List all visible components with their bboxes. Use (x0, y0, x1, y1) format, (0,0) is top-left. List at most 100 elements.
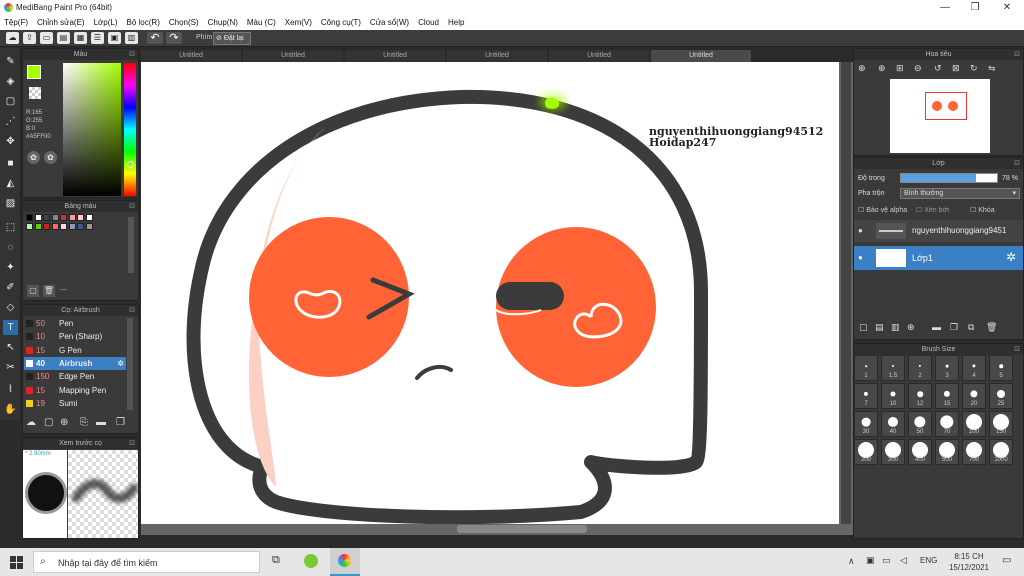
brush-item[interactable]: 50 Pen (24, 317, 126, 330)
move-tool-icon[interactable]: ✥ (3, 134, 18, 149)
menu-cloud[interactable]: Cloud (418, 18, 439, 27)
brush-size-option[interactable]: 500 (935, 439, 959, 465)
rotate-left-icon[interactable]: ↺ (934, 63, 942, 74)
color-picker-icon[interactable]: ✿ (44, 151, 57, 164)
chevron-up-icon[interactable]: ∧ (848, 556, 855, 567)
brush-size-option[interactable]: 1 (854, 355, 878, 381)
brush-size-option[interactable]: 50 (908, 411, 932, 437)
tile-icon[interactable]: ▥ (125, 32, 138, 44)
windows-start-icon[interactable] (10, 556, 23, 569)
foreground-color-swatch[interactable] (27, 65, 41, 79)
duplicate-brush-icon[interactable]: ❐ (116, 417, 125, 428)
list-icon[interactable]: ☰ (91, 32, 104, 44)
panel-close-icon[interactable]: ⊡ (1014, 158, 1020, 169)
volume-icon[interactable]: ◁ (900, 555, 907, 566)
panel-close-icon[interactable]: ⊡ (129, 305, 135, 316)
rect-tool-icon[interactable]: ▢ (3, 94, 18, 109)
gear-icon[interactable]: ✲ (117, 357, 124, 370)
new-brush-icon[interactable]: ▢ (44, 417, 53, 428)
medibang-taskbar-button[interactable] (330, 548, 360, 576)
close-button[interactable]: ✕ (992, 1, 1022, 14)
magic-wand-tool-icon[interactable]: ✦ (3, 260, 18, 275)
brush-size-option[interactable]: 40 (881, 411, 905, 437)
menu-filter[interactable]: Bộ lọc(R) (127, 18, 160, 27)
minimize-button[interactable]: — (930, 1, 960, 14)
layer-row-text[interactable]: ● nguyenthihuonggiang9451 (854, 220, 1023, 242)
palette-swatch[interactable] (85, 223, 93, 230)
canvas-hscroll[interactable] (457, 525, 587, 533)
canvas-vscroll[interactable] (841, 62, 851, 524)
lock-option[interactable]: ☐ Khóa (970, 206, 995, 214)
layer-row-lop1[interactable]: ● Lớp1 ✲ (854, 246, 1023, 270)
operation-tool-icon[interactable]: ↖ (3, 340, 18, 355)
brush-size-option[interactable]: 12 (908, 383, 932, 409)
dotpen-tool-icon[interactable]: ⋰ (3, 114, 18, 129)
tray-app-icon[interactable]: ▣ (866, 555, 875, 566)
add-brush-icon[interactable]: ⊕ (60, 417, 68, 428)
rotate-right-icon[interactable]: ↻ (970, 63, 978, 74)
brush-item[interactable]: 15 Mapping Pen (24, 384, 126, 397)
blend-mode-select[interactable]: Bình thường ▾ (900, 188, 1020, 199)
menu-select[interactable]: Chọn(S) (169, 18, 199, 27)
duplicate-layer-icon[interactable]: ❐ (950, 322, 958, 333)
panel-close-icon[interactable]: ⊡ (1014, 49, 1020, 60)
transparent-color-swatch[interactable] (29, 87, 41, 99)
palette-scrollbar[interactable] (128, 217, 134, 273)
brush-size-option[interactable]: 4 (962, 355, 986, 381)
palette-swatch[interactable] (34, 223, 42, 230)
menu-edit[interactable]: Chỉnh sửa(E) (37, 18, 85, 27)
menu-tools[interactable]: Công cụ(T) (321, 18, 361, 27)
bucket-tool-icon[interactable]: ◭ (3, 176, 18, 191)
color-wheel-icon[interactable]: ✿ (27, 151, 40, 164)
brush-size-option[interactable]: 1.5 (881, 355, 905, 381)
brush-size-option[interactable]: 20 (962, 383, 986, 409)
language-indicator[interactable]: ENG (920, 556, 937, 565)
brush-size-option[interactable]: 5 (989, 355, 1013, 381)
tab-untitled-2[interactable]: Untitled (243, 50, 343, 62)
panel-close-icon[interactable]: ⊡ (129, 201, 135, 212)
palette-swatch[interactable] (68, 214, 76, 221)
palette-swatch[interactable] (43, 223, 50, 230)
folder-brush-icon[interactable]: ▬ (96, 417, 106, 428)
maximize-button[interactable]: ❐ (960, 1, 990, 14)
brush-item[interactable]: 40 Airbrush ✲ (24, 356, 126, 370)
palette-swatch[interactable] (51, 223, 59, 230)
panel-close-icon[interactable]: ⊡ (129, 49, 135, 60)
brush-size-option[interactable]: 700 (962, 439, 986, 465)
brush-size-option[interactable]: 200 (854, 439, 878, 465)
hue-handle[interactable] (127, 161, 134, 168)
clip-option[interactable]: ☐ Xén bớt (916, 206, 949, 214)
saturation-value-picker[interactable] (63, 63, 121, 196)
menu-snap[interactable]: Chụp(N) (208, 18, 238, 27)
visibility-eye-icon[interactable]: ● (858, 226, 863, 235)
menu-help[interactable]: Help (448, 18, 464, 27)
delete-palette-icon[interactable]: 🗑 (43, 285, 55, 297)
hue-slider[interactable] (124, 63, 136, 196)
cloud-brush-icon[interactable]: ☁ (26, 417, 36, 428)
folder-icon[interactable]: ▬ (932, 322, 941, 332)
panel-icon[interactable]: ▣ (108, 32, 121, 44)
redo-button[interactable]: ↷ (166, 32, 182, 44)
brush-item[interactable]: 19 Sumi (24, 397, 126, 410)
brush-size-option[interactable]: 2 (908, 355, 932, 381)
reset-view-icon[interactable]: ⊠ (952, 63, 960, 74)
zoom-out-icon[interactable]: ⊖ (914, 63, 922, 74)
delete-layer-icon[interactable]: 🗑 (986, 322, 997, 333)
navigator-thumbnail[interactable] (890, 79, 990, 153)
copy-brush-icon[interactable]: ⎘ (80, 417, 88, 428)
palette-swatch[interactable] (68, 223, 76, 230)
lasso-tool-icon[interactable]: ◌ (3, 240, 18, 255)
brush-size-option[interactable]: 400 (908, 439, 932, 465)
brush-size-option[interactable]: 7 (854, 383, 878, 409)
tab-untitled-5[interactable]: Untitled (549, 50, 649, 62)
gradient-tool-icon[interactable]: ▨ (3, 196, 18, 211)
menu-file[interactable]: Tệp(F) (4, 18, 28, 27)
zoom-icon[interactable]: ⊕ (858, 63, 866, 74)
tab-untitled-6[interactable]: Untitled (651, 50, 751, 62)
network-icon[interactable]: ▭ (882, 555, 891, 566)
fit-icon[interactable]: ⊞ (896, 63, 904, 74)
menu-color[interactable]: Màu (C) (247, 18, 276, 27)
divide-tool-icon[interactable]: ✂ (3, 360, 18, 375)
notification-icon[interactable]: ▭ (1002, 555, 1011, 566)
palette-swatch[interactable] (51, 214, 59, 221)
